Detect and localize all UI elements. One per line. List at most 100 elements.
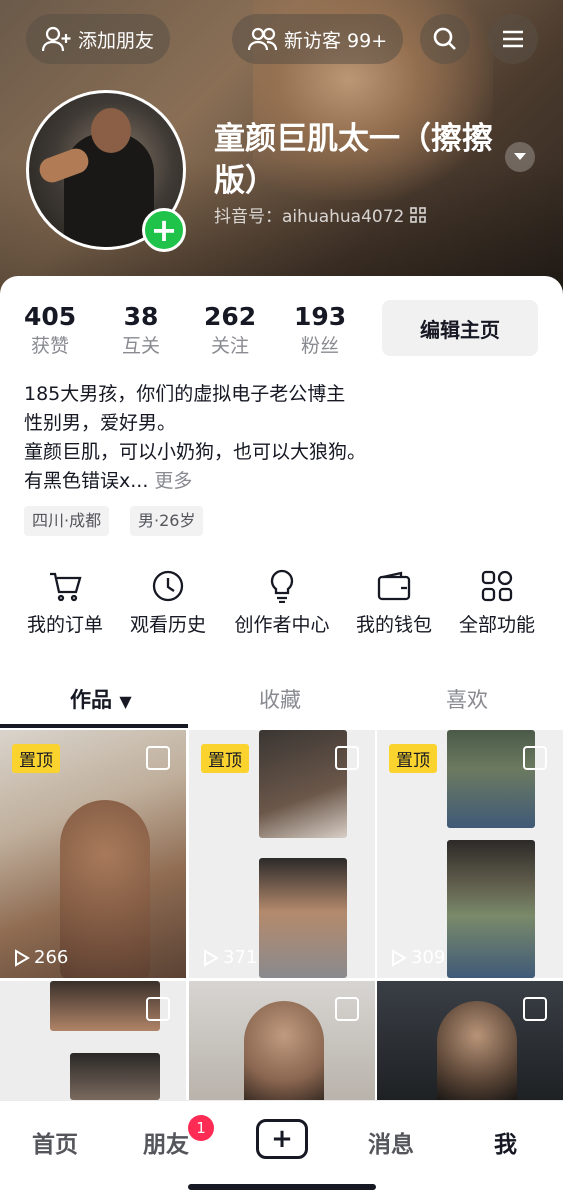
- video-thumbnail-image: [259, 730, 347, 838]
- nickname: 童颜巨肌太一（擦擦版）: [214, 121, 493, 199]
- video-thumbnail-image: [50, 981, 160, 1031]
- location-tag: 四川·成都: [24, 506, 110, 536]
- add-avatar-button[interactable]: +: [142, 208, 186, 252]
- video-tile[interactable]: 置顶 371: [189, 730, 375, 978]
- stat-number: 262: [204, 302, 257, 331]
- menu-button[interactable]: [488, 14, 538, 64]
- video-tile[interactable]: 置顶 309: [377, 730, 563, 978]
- grid-icon: [481, 570, 513, 602]
- lightbulb-icon: [270, 569, 294, 603]
- new-visitors-label: 新访客 99+: [284, 29, 388, 52]
- video-thumbnail-image: [447, 840, 535, 978]
- select-checkbox[interactable]: [335, 746, 359, 770]
- video-thumbnail-image: [70, 1053, 160, 1100]
- bio[interactable]: 185大男孩，你们的虚拟电子老公博主 性别男，爱好男。 童颜巨肌，可以小奶狗，也…: [24, 380, 539, 496]
- add-user-icon: [42, 26, 71, 52]
- video-tile[interactable]: [189, 981, 375, 1100]
- pinned-badge: 置顶: [389, 744, 437, 773]
- caret-down-icon: ▼: [119, 692, 132, 711]
- feature-creator-center[interactable]: 创作者中心: [231, 568, 333, 637]
- search-icon: [433, 27, 456, 50]
- play-icon: [15, 948, 30, 967]
- video-thumbnail-figure: [60, 800, 150, 978]
- video-tile[interactable]: [0, 981, 186, 1100]
- nav-home[interactable]: 首页: [32, 1125, 78, 1159]
- bio-line: 童颜巨肌，可以小奶狗，也可以大狼狗。: [24, 441, 367, 463]
- account-switch-button[interactable]: [505, 142, 535, 172]
- select-checkbox[interactable]: [523, 746, 547, 770]
- add-friend-label: 添加朋友: [78, 29, 155, 52]
- play-icon: [204, 948, 219, 967]
- bio-line: 性别男，爱好男。: [24, 412, 177, 434]
- video-tile[interactable]: [377, 981, 563, 1100]
- feature-label: 创作者中心: [234, 614, 330, 636]
- nav-me[interactable]: 我: [494, 1125, 517, 1159]
- active-tab-indicator: [0, 724, 188, 728]
- stat-followers[interactable]: 193 粉丝: [294, 302, 346, 360]
- play-count-value: 309: [411, 947, 446, 968]
- douyin-id[interactable]: 抖音号：aihuahua4072: [214, 202, 427, 227]
- stat-mutual[interactable]: 38 互关: [114, 302, 168, 360]
- gender-age-tag: 男·26岁: [130, 506, 204, 536]
- tab-favorites[interactable]: 收藏: [259, 684, 301, 714]
- select-checkbox[interactable]: [146, 746, 170, 770]
- plus-icon: +: [150, 211, 178, 249]
- cart-icon: [50, 572, 82, 602]
- notification-badge: 1: [188, 1115, 214, 1141]
- hamburger-icon: [503, 30, 523, 48]
- search-button[interactable]: [420, 14, 470, 64]
- stat-label: 关注: [210, 335, 249, 357]
- video-thumbnail-figure: [437, 1001, 517, 1100]
- bio-line: 185大男孩，你们的虚拟电子老公博主: [24, 383, 346, 405]
- add-friend-button[interactable]: 添加朋友: [26, 14, 171, 64]
- feature-label: 我的订单: [26, 614, 103, 636]
- nav-friends[interactable]: 朋友: [143, 1125, 189, 1159]
- bio-line-text: 有黑色错误x...: [24, 470, 149, 492]
- pinned-badge: 置顶: [12, 744, 60, 773]
- edit-profile-button[interactable]: 编辑主页: [382, 300, 538, 356]
- feature-wallet[interactable]: 我的钱包: [344, 568, 444, 637]
- stat-label: 获赞: [30, 335, 69, 357]
- stat-label: 互关: [121, 335, 160, 357]
- home-indicator: [188, 1184, 376, 1190]
- stat-likes[interactable]: 405 获赞: [24, 302, 76, 360]
- play-count-value: 266: [34, 947, 69, 968]
- qr-code-icon: [410, 206, 427, 223]
- stat-label: 粉丝: [300, 335, 339, 357]
- video-thumbnail-figure: [244, 1001, 324, 1100]
- select-checkbox[interactable]: [146, 997, 170, 1021]
- chevron-down-icon: [514, 153, 526, 160]
- feature-label: 观看历史: [129, 614, 206, 636]
- feature-orders[interactable]: 我的订单: [15, 568, 115, 637]
- feature-all-functions[interactable]: 全部功能: [447, 568, 547, 637]
- plus-icon: +: [271, 1124, 293, 1154]
- play-icon: [392, 948, 407, 967]
- select-checkbox[interactable]: [523, 997, 547, 1021]
- create-post-button[interactable]: +: [256, 1119, 308, 1159]
- feature-label: 全部功能: [458, 614, 535, 636]
- nav-messages[interactable]: 消息: [368, 1125, 414, 1159]
- select-checkbox[interactable]: [335, 997, 359, 1021]
- play-count-value: 371: [223, 947, 258, 968]
- play-count: 266: [12, 947, 68, 968]
- avatar-head: [91, 108, 131, 153]
- tab-likes[interactable]: 喜欢: [446, 684, 488, 714]
- tab-works[interactable]: 作品 ▼: [70, 684, 132, 714]
- feature-label: 我的钱包: [355, 614, 432, 636]
- play-count: 371: [201, 947, 257, 968]
- stat-number: 193: [294, 302, 347, 331]
- video-thumbnail-image: [447, 730, 535, 828]
- feature-history[interactable]: 观看历史: [118, 568, 218, 637]
- pinned-badge: 置顶: [201, 744, 249, 773]
- tab-label: 作品: [70, 688, 112, 712]
- stat-number: 38: [123, 302, 159, 331]
- stat-following[interactable]: 262 关注: [204, 302, 256, 360]
- clock-icon: [152, 570, 184, 602]
- stat-number: 405: [24, 302, 77, 331]
- wallet-icon: [377, 571, 411, 601]
- bio-more-link[interactable]: 更多: [154, 470, 192, 492]
- video-tile[interactable]: 置顶 266: [0, 730, 186, 978]
- douyin-id-text: 抖音号：aihuahua4072: [214, 207, 405, 227]
- new-visitors-button[interactable]: 新访客 99+: [232, 14, 404, 64]
- users-icon: [248, 27, 278, 51]
